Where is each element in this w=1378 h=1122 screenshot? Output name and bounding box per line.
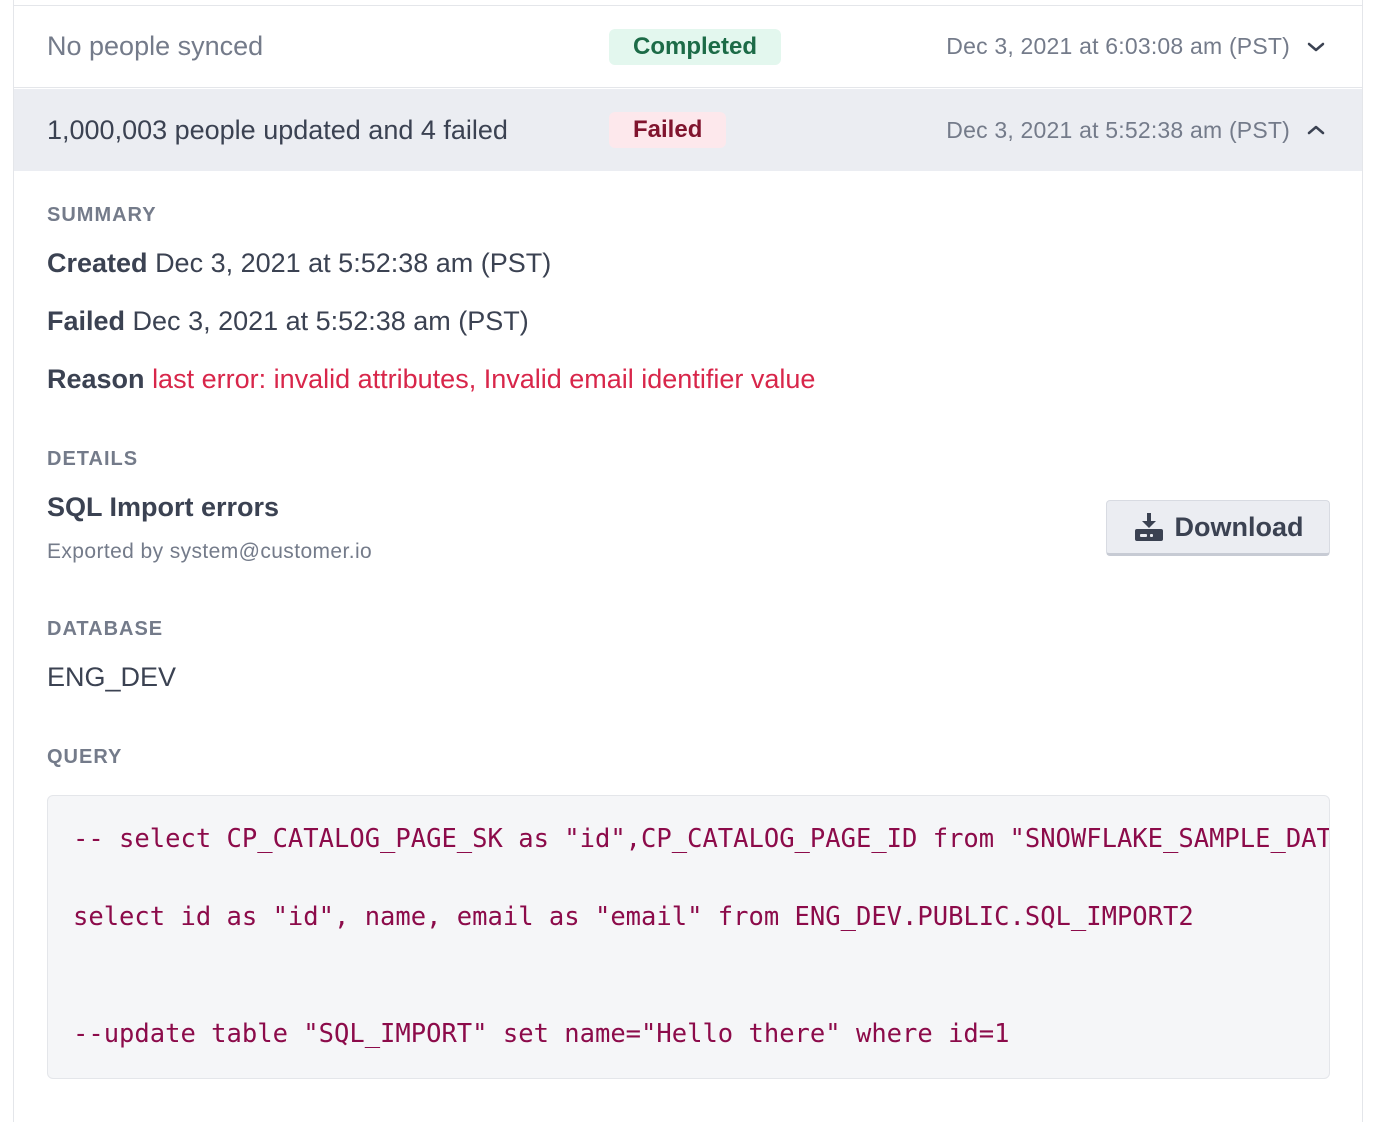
code-line: select id as "id", name, email as "email… [73,902,1194,932]
reason-value: last error: invalid attributes, Invalid … [152,364,816,394]
summary-created: Created Dec 3, 2021 at 5:52:38 am (PST) [47,248,551,279]
failed-value: Dec 3, 2021 at 5:52:38 am (PST) [132,306,529,336]
created-label: Created [47,248,148,278]
details-label: DETAILS [47,448,139,470]
status-badge-completed: Completed [609,29,782,65]
sync-history-panel: No people synced Completed Dec 3, 2021 a… [13,0,1363,1122]
download-button[interactable]: Download [1106,500,1330,556]
reason-label: Reason [47,364,145,394]
sync-row-title: 1,000,003 people updated and 4 failed [47,114,508,145]
sync-row-failed[interactable]: 1,000,003 people updated and 4 failed Fa… [14,89,1362,171]
created-value: Dec 3, 2021 at 5:52:38 am (PST) [155,248,552,278]
code-line: -- select CP_CATALOG_PAGE_SK as "id",CP_… [73,824,1330,854]
summary-reason: Reason last error: invalid attributes, I… [47,364,815,395]
query-label: QUERY [47,746,123,768]
sync-row-date: Dec 3, 2021 at 5:52:38 am (PST) [946,116,1290,143]
chevron-up-icon[interactable] [1306,120,1326,140]
download-label: Download [1174,511,1304,542]
status-badge-failed: Failed [609,112,727,148]
download-icon [1133,511,1165,543]
details-title: SQL Import errors [47,492,280,522]
sync-row-date: Dec 3, 2021 at 6:03:08 am (PST) [946,33,1290,59]
summary-failed: Failed Dec 3, 2021 at 5:52:38 am (PST) [47,306,529,337]
sync-row-title: No people synced [47,31,264,61]
query-code-block[interactable]: -- select CP_CATALOG_PAGE_SK as "id",CP_… [47,795,1330,1079]
chevron-down-icon[interactable] [1306,37,1326,57]
exported-by: Exported by system@customer.io [47,540,373,563]
sync-row-completed[interactable]: No people synced Completed Dec 3, 2021 a… [14,6,1362,88]
database-value: ENG_DEV [47,662,177,692]
summary-label: SUMMARY [47,204,157,226]
failed-label: Failed [47,306,126,336]
database-label: DATABASE [47,618,164,640]
code-line: --update table "SQL_IMPORT" set name="He… [73,1019,1010,1049]
